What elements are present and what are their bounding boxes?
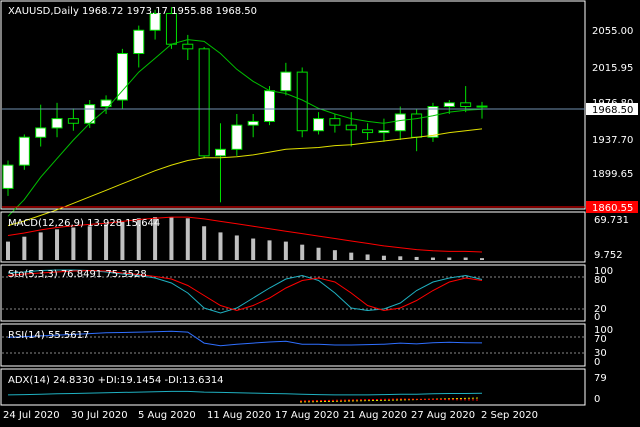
low-price-label: 1860.55 [592, 203, 633, 214]
adx-header: ADX(14) 24.8330 +DI:19.1454 -DI:13.6314 [8, 375, 224, 386]
candle-body [394, 113, 406, 132]
candle-body [214, 148, 226, 157]
candle-body [427, 106, 439, 138]
candle-body [378, 130, 390, 134]
candle-body [2, 164, 14, 189]
adx-minus-di-line [299, 398, 481, 402]
macd-tick: 69.731 [594, 215, 629, 226]
time-tick: 27 Aug 2020 [411, 410, 475, 421]
candle-body [411, 113, 423, 138]
adx-line [7, 390, 483, 396]
price-tick: 2055.00 [592, 26, 633, 37]
time-tick: 24 Jul 2020 [3, 410, 60, 421]
macd-bar [480, 258, 484, 260]
stochastic-header: Sto(5,3,3) 76.8491 75.3528 [8, 269, 147, 280]
candle-body [18, 136, 30, 166]
macd-bar [38, 232, 43, 260]
macd-bar [447, 257, 452, 260]
price-tick: 1899.65 [592, 169, 633, 180]
macd-bar [185, 218, 190, 260]
macd-bar [398, 256, 403, 260]
macd-bar [202, 226, 207, 260]
macd-bar [365, 254, 370, 260]
current-price-label: 1968.50 [592, 105, 633, 116]
candle-body [231, 124, 243, 150]
macd-bar [430, 257, 435, 260]
macd-bar [6, 241, 10, 260]
macd-bar [283, 241, 288, 260]
candle-body [313, 118, 325, 132]
rsi-header: RSI(14) 55.5617 [8, 330, 89, 341]
macd-bar [414, 256, 419, 260]
candle-body [67, 118, 79, 124]
macd-bar [55, 229, 60, 260]
macd-bar [169, 217, 174, 260]
candle-body [280, 71, 292, 92]
macd-bar [463, 257, 468, 260]
macd-bar [71, 227, 76, 260]
macd-bar [316, 247, 321, 260]
candle-body [329, 118, 341, 126]
macd-tick: 9.752 [594, 250, 623, 261]
candle-body [247, 120, 259, 126]
macd-bar [381, 255, 386, 260]
candle-body [476, 105, 488, 108]
macd-bar [22, 236, 27, 260]
time-tick: 17 Aug 2020 [275, 410, 339, 421]
time-tick: 11 Aug 2020 [207, 410, 271, 421]
moving-average-fast [7, 39, 483, 217]
macd-bar [87, 226, 92, 260]
time-axis: 24 Jul 2020 30 Jul 2020 5 Aug 2020 11 Au… [3, 410, 538, 421]
candle-body [133, 29, 145, 55]
macd-bar [349, 252, 354, 260]
candle-body [182, 43, 194, 50]
adx-tick: 0 [594, 394, 600, 405]
price-tick: 1937.70 [592, 135, 633, 146]
rsi-tick: 0 [594, 357, 600, 368]
candle-body [116, 53, 128, 101]
adx-tick: 79 [594, 373, 607, 384]
candle-body [51, 118, 63, 129]
time-tick: 2 Sep 2020 [481, 410, 538, 421]
macd-bar [251, 238, 256, 260]
macd-bar [267, 240, 272, 260]
rsi-tick: 70 [594, 334, 607, 345]
price-tick: 2015.95 [592, 63, 633, 74]
sto-tick: 0 [594, 312, 600, 323]
time-tick: 21 Aug 2020 [343, 410, 407, 421]
candle-body [165, 13, 177, 45]
macd-bar [218, 232, 223, 260]
candle-body [198, 48, 210, 157]
time-tick: 5 Aug 2020 [138, 410, 196, 421]
candle-body [362, 129, 374, 134]
price-header: XAUUSD,Daily 1968.72 1973.17 1955.88 196… [8, 6, 257, 17]
macd-header: MACD(12,26,9) 13.928 15.644 [8, 218, 160, 229]
trading-chart[interactable]: XAUUSD,Daily 1968.72 1973.17 1955.88 196… [0, 0, 640, 427]
candle-body [443, 102, 455, 108]
macd-bar [234, 235, 239, 260]
candle-body [345, 124, 357, 131]
macd-bar [300, 244, 305, 260]
sto-tick: 80 [594, 275, 607, 286]
macd-bar [104, 224, 109, 260]
moving-average-slow [7, 128, 483, 227]
candle-body [264, 90, 276, 122]
candle-body [460, 102, 472, 108]
candle-body [35, 127, 47, 138]
macd-bar [332, 250, 337, 260]
time-tick: 30 Jul 2020 [71, 410, 128, 421]
price-candles [2, 7, 488, 203]
